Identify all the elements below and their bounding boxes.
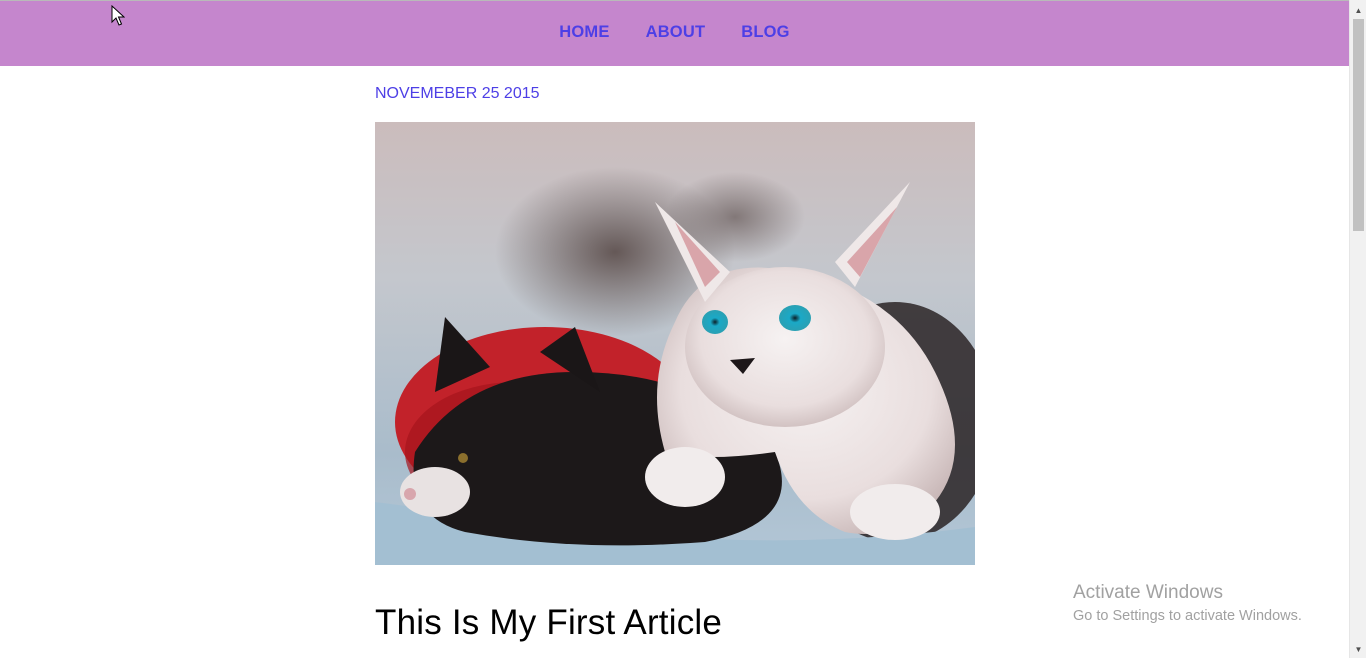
- scrollbar-thumb[interactable]: [1353, 19, 1364, 231]
- nav-item-about: ABOUT: [646, 23, 706, 42]
- nav-link-about[interactable]: ABOUT: [646, 23, 706, 41]
- nav-item-home: HOME: [559, 23, 609, 42]
- post-date: NOVEMEBER 25 2015: [375, 85, 540, 102]
- nav-link-home[interactable]: HOME: [559, 23, 609, 41]
- vertical-scrollbar[interactable]: ▲ ▼: [1349, 0, 1366, 658]
- nav-link-blog[interactable]: BLOG: [741, 23, 789, 41]
- post-title: This Is My First Article: [375, 603, 723, 642]
- page: HOME ABOUT BLOG NOVEMEBER 25 2015 This I…: [0, 0, 1349, 658]
- watermark-title: Activate Windows: [1073, 582, 1223, 603]
- nav-item-blog: BLOG: [741, 23, 789, 42]
- browser-viewport: HOME ABOUT BLOG NOVEMEBER 25 2015 This I…: [0, 0, 1366, 658]
- scroll-up-arrow-icon[interactable]: ▲: [1350, 2, 1366, 19]
- top-navbar: HOME ABOUT BLOG: [0, 0, 1349, 66]
- hero-image-kittens: [375, 122, 975, 565]
- nav-list: HOME ABOUT BLOG: [0, 23, 1349, 42]
- activate-windows-watermark: Activate Windows Go to Settings to activ…: [1073, 582, 1302, 624]
- scroll-down-arrow-icon[interactable]: ▼: [1350, 641, 1366, 658]
- mouse-pointer-icon: [111, 5, 125, 26]
- watermark-subtitle: Go to Settings to activate Windows.: [1073, 608, 1302, 624]
- article: NOVEMEBER 25 2015 This Is My First Artic…: [375, 66, 975, 643]
